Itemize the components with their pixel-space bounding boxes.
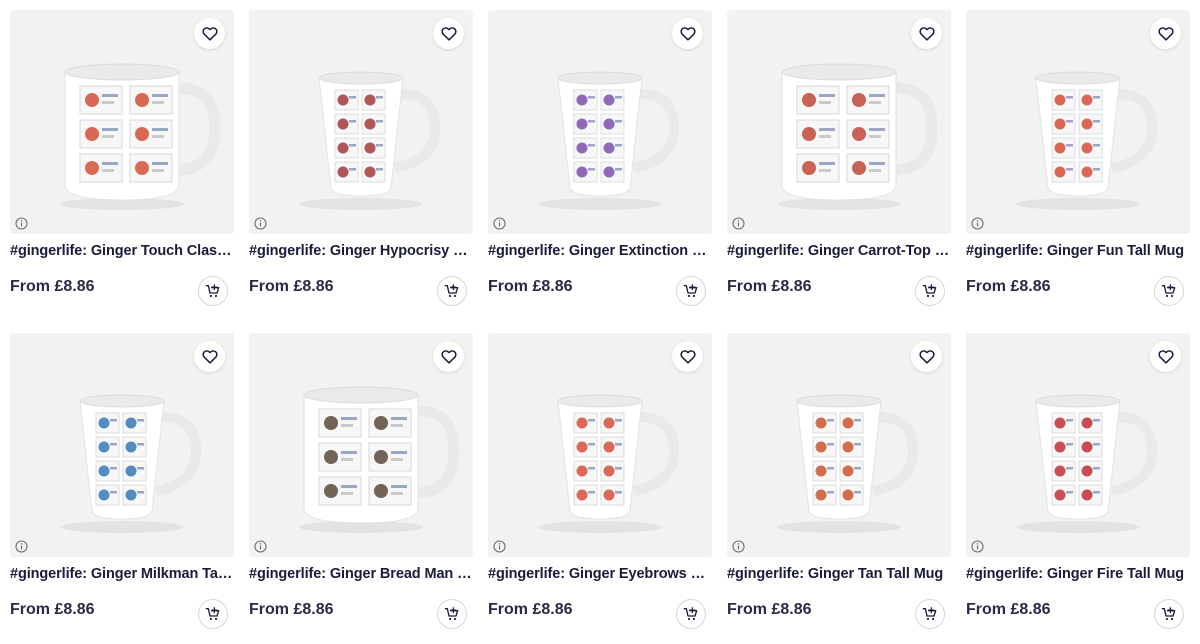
heart-icon [1157,26,1174,41]
heart-icon [679,26,696,41]
product-price: From £8.86 [488,278,573,295]
add-to-cart-icon [205,283,221,299]
info-icon[interactable] [732,217,745,230]
favorite-button[interactable] [1150,341,1181,372]
product-title[interactable]: #gingerlife: Ginger Tan Tall Mug [727,566,951,582]
product-image-container[interactable] [488,333,712,557]
product-card[interactable]: #gingerlife: Ginger Touch Classic Mug Fro… [10,10,234,320]
heart-icon [201,349,218,364]
product-card[interactable]: #gingerlife: Ginger Bread Man Classic Mu… [249,333,473,643]
add-to-cart-button[interactable] [1154,599,1184,629]
product-card[interactable]: #gingerlife: Ginger Tan Tall Mug From £8.… [727,333,951,643]
add-to-cart-icon [1161,283,1177,299]
product-card[interactable]: #gingerlife: Ginger Carrot-Top Classic M… [727,10,951,320]
info-icon[interactable] [493,217,506,230]
add-to-cart-button[interactable] [676,276,706,306]
product-title[interactable]: #gingerlife: Ginger Bread Man Classic Mu… [249,566,473,582]
product-card[interactable]: #gingerlife: Ginger Fun Tall Mug From £8.… [966,10,1190,320]
product-price: From £8.86 [488,601,573,618]
info-icon[interactable] [732,540,745,553]
info-icon[interactable] [971,540,984,553]
product-card[interactable]: #gingerlife: Ginger Fire Tall Mug From £8… [966,333,1190,643]
info-icon[interactable] [15,540,28,553]
add-to-cart-button[interactable] [437,276,467,306]
product-title[interactable]: #gingerlife: Ginger Carrot-Top Classic M… [727,243,951,259]
product-image-container[interactable] [966,10,1190,234]
add-to-cart-button[interactable] [915,599,945,629]
add-to-cart-button[interactable] [915,276,945,306]
product-price: From £8.86 [10,278,95,295]
product-price: From £8.86 [727,601,812,618]
add-to-cart-icon [683,283,699,299]
info-icon[interactable] [15,217,28,230]
favorite-button[interactable] [672,341,703,372]
product-title[interactable]: #gingerlife: Ginger Fun Tall Mug [966,243,1190,259]
product-price: From £8.86 [966,278,1051,295]
heart-icon [918,349,935,364]
product-title[interactable]: #gingerlife: Ginger Eyebrows Tall Mug [488,566,712,582]
info-icon[interactable] [493,540,506,553]
product-title[interactable]: #gingerlife: Ginger Fire Tall Mug [966,566,1190,582]
add-to-cart-icon [444,606,460,622]
product-price: From £8.86 [249,601,334,618]
info-icon[interactable] [971,217,984,230]
favorite-button[interactable] [911,18,942,49]
add-to-cart-icon [205,606,221,622]
product-image-container[interactable] [10,333,234,557]
heart-icon [679,349,696,364]
add-to-cart-icon [444,283,460,299]
product-image-container[interactable] [488,10,712,234]
heart-icon [201,26,218,41]
add-to-cart-icon [922,283,938,299]
product-card[interactable]: #gingerlife: Ginger Milkman Tall Mug From… [10,333,234,643]
favorite-button[interactable] [911,341,942,372]
product-image-container[interactable] [10,10,234,234]
product-title[interactable]: #gingerlife: Ginger Milkman Tall Mug [10,566,234,582]
product-title[interactable]: #gingerlife: Ginger Extinction Tall Mug [488,243,712,259]
favorite-button[interactable] [672,18,703,49]
product-image-container[interactable] [249,333,473,557]
favorite-button[interactable] [194,341,225,372]
product-price: From £8.86 [249,278,334,295]
info-icon[interactable] [254,540,267,553]
product-card[interactable]: #gingerlife: Ginger Eyebrows Tall Mug Fro… [488,333,712,643]
add-to-cart-button[interactable] [198,276,228,306]
add-to-cart-icon [1161,606,1177,622]
heart-icon [440,349,457,364]
product-card[interactable]: #gingerlife: Ginger Hypocrisy Tall Mug Fr… [249,10,473,320]
product-title[interactable]: #gingerlife: Ginger Hypocrisy Tall Mug [249,243,473,259]
heart-icon [918,26,935,41]
favorite-button[interactable] [1150,18,1181,49]
product-image-container[interactable] [966,333,1190,557]
product-grid: #gingerlife: Ginger Touch Classic Mug Fro… [10,10,1190,643]
add-to-cart-button[interactable] [198,599,228,629]
product-price: From £8.86 [727,278,812,295]
product-card[interactable]: #gingerlife: Ginger Extinction Tall Mug F… [488,10,712,320]
product-image-container[interactable] [249,10,473,234]
add-to-cart-button[interactable] [676,599,706,629]
favorite-button[interactable] [194,18,225,49]
product-image-container[interactable] [727,10,951,234]
add-to-cart-icon [922,606,938,622]
favorite-button[interactable] [433,18,464,49]
add-to-cart-button[interactable] [437,599,467,629]
favorite-button[interactable] [433,341,464,372]
product-price: From £8.86 [10,601,95,618]
product-title[interactable]: #gingerlife: Ginger Touch Classic Mug [10,243,234,259]
heart-icon [440,26,457,41]
heart-icon [1157,349,1174,364]
add-to-cart-button[interactable] [1154,276,1184,306]
product-image-container[interactable] [727,333,951,557]
add-to-cart-icon [683,606,699,622]
product-price: From £8.86 [966,601,1051,618]
info-icon[interactable] [254,217,267,230]
